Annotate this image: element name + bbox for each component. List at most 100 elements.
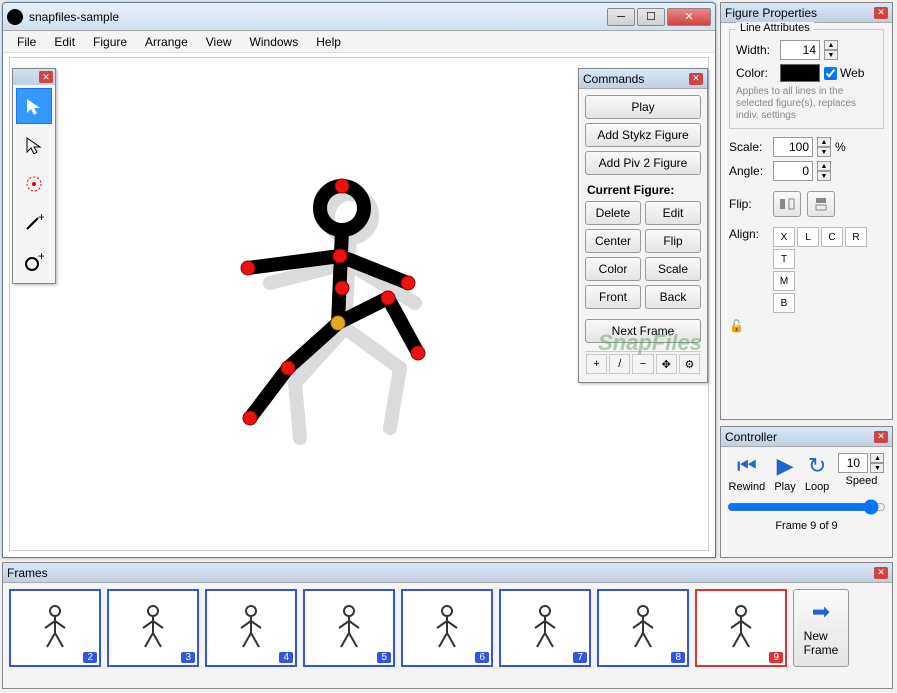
play-button[interactable]: Play — [585, 95, 701, 119]
edit-button[interactable]: Edit — [645, 201, 701, 225]
new-frame-button[interactable]: ➡NewFrame — [793, 589, 849, 667]
speed-spinner[interactable]: ▲▼ — [870, 453, 884, 473]
tool-select-hollow[interactable] — [16, 127, 52, 163]
frame-thumb-8[interactable]: 8 — [597, 589, 689, 667]
width-spinner[interactable]: ▲▼ — [824, 40, 838, 60]
line-attributes-legend: Line Attributes — [736, 22, 814, 34]
frame-slider[interactable] — [727, 499, 886, 515]
tool-select-filled[interactable] — [16, 88, 52, 124]
frame-thumb-6[interactable]: 6 — [401, 589, 493, 667]
cursor-filled-icon — [25, 97, 43, 115]
menu-file[interactable]: File — [9, 33, 44, 51]
scale-spinner[interactable]: ▲▼ — [817, 137, 831, 157]
iconbar-remove-icon[interactable]: − — [632, 354, 653, 374]
angle-spinner[interactable]: ▲▼ — [817, 161, 831, 181]
arrow-right-icon: ➡ — [812, 599, 830, 625]
back-button[interactable]: Back — [645, 285, 701, 309]
align-center-button[interactable]: C — [821, 227, 843, 247]
menubar: File Edit Figure Arrange View Windows He… — [3, 31, 715, 53]
maximize-button[interactable]: ☐ — [637, 8, 665, 26]
frame-thumb-4[interactable]: 4 — [205, 589, 297, 667]
figure-properties-panel[interactable]: Figure Properties ✕ Line Attributes Widt… — [720, 2, 893, 420]
menu-edit[interactable]: Edit — [46, 33, 83, 51]
frames-titlebar[interactable]: Frames ✕ — [3, 563, 892, 583]
angle-input[interactable] — [773, 161, 813, 181]
speed-input[interactable] — [838, 453, 868, 473]
flip-button[interactable]: Flip — [645, 229, 701, 253]
center-button[interactable]: Center — [585, 229, 641, 253]
flip-v-icon — [813, 197, 829, 211]
tool-palette-titlebar[interactable]: ✕ — [13, 69, 55, 85]
frame-thumb-9[interactable]: 9 — [695, 589, 787, 667]
controller-play-button[interactable]: ▶ Play — [774, 453, 795, 493]
commands-close-icon[interactable]: ✕ — [689, 73, 703, 85]
tool-add-circle[interactable]: + — [16, 244, 52, 280]
rewind-button[interactable]: ⏮ Rewind — [729, 453, 766, 493]
next-frame-button[interactable]: Next Frame — [585, 319, 701, 343]
tool-target[interactable] — [16, 166, 52, 202]
color-button[interactable]: Color — [585, 257, 641, 281]
color-label: Color: — [736, 66, 776, 80]
stage-figure[interactable] — [190, 168, 510, 468]
frames-panel[interactable]: Frames ✕ 2 3456789➡NewFrame — [2, 562, 893, 689]
frame-thumb-7[interactable]: 7 — [499, 589, 591, 667]
svg-text:+: + — [38, 252, 44, 263]
menu-figure[interactable]: Figure — [85, 33, 135, 51]
tool-palette[interactable]: ✕ + + — [12, 68, 56, 284]
iconbar-add-icon[interactable]: + — [586, 354, 607, 374]
controller-close-icon[interactable]: ✕ — [874, 431, 888, 443]
tool-add-line[interactable]: + — [16, 205, 52, 241]
frames-strip[interactable]: 2 3456789➡NewFrame — [3, 583, 892, 673]
lock-icon[interactable]: 🔓 — [729, 319, 745, 335]
frame-thumb-5[interactable]: 5 — [303, 589, 395, 667]
tool-palette-close-icon[interactable]: ✕ — [39, 71, 53, 83]
flip-h-icon — [779, 197, 795, 211]
flip-vertical-button[interactable] — [807, 191, 835, 217]
web-checkbox-input[interactable] — [824, 67, 837, 80]
menu-windows[interactable]: Windows — [242, 33, 307, 51]
rewind-icon: ⏮ — [737, 453, 757, 479]
figprops-close-icon[interactable]: ✕ — [874, 7, 888, 19]
align-label: Align: — [729, 227, 769, 241]
align-middle-button[interactable]: M — [773, 271, 795, 291]
window-title: snapfiles-sample — [29, 10, 607, 24]
align-right-button[interactable]: R — [845, 227, 867, 247]
front-button[interactable]: Front — [585, 285, 641, 309]
color-swatch[interactable] — [780, 64, 820, 82]
scale-button[interactable]: Scale — [645, 257, 701, 281]
frame-thumb-3[interactable]: 3 — [107, 589, 199, 667]
loop-icon: ↻ — [808, 453, 826, 479]
figprops-titlebar[interactable]: Figure Properties ✕ — [721, 3, 892, 23]
flip-horizontal-button[interactable] — [773, 191, 801, 217]
line-attr-note: Applies to all lines in the selected fig… — [736, 86, 877, 122]
frame-thumb-2[interactable]: 2 — [9, 589, 101, 667]
align-bottom-button[interactable]: B — [773, 293, 795, 313]
delete-button[interactable]: Delete — [585, 201, 641, 225]
add-stykz-figure-button[interactable]: Add Stykz Figure — [585, 123, 701, 147]
align-left-button[interactable]: L — [797, 227, 819, 247]
flip-label: Flip: — [729, 197, 769, 211]
iconbar-move-icon[interactable]: ✥ — [656, 354, 677, 374]
frame-number: 3 — [181, 652, 195, 663]
menu-help[interactable]: Help — [308, 33, 349, 51]
frames-close-icon[interactable]: ✕ — [874, 567, 888, 579]
commands-titlebar[interactable]: Commands ✕ — [579, 69, 707, 89]
align-top-button[interactable]: T — [773, 249, 795, 269]
commands-panel[interactable]: Commands ✕ Play Add Stykz Figure Add Piv… — [578, 68, 708, 383]
iconbar-edit-icon[interactable]: / — [609, 354, 630, 374]
add-piv2-figure-button[interactable]: Add Piv 2 Figure — [585, 151, 701, 175]
scale-input[interactable] — [773, 137, 813, 157]
width-input[interactable] — [780, 40, 820, 60]
main-titlebar[interactable]: snapfiles-sample ─ ☐ ✕ — [3, 3, 715, 31]
loop-button[interactable]: ↻ Loop — [805, 453, 829, 493]
web-checkbox[interactable]: Web — [824, 66, 864, 80]
controller-titlebar[interactable]: Controller ✕ — [721, 427, 892, 447]
menu-view[interactable]: View — [198, 33, 240, 51]
menu-arrange[interactable]: Arrange — [137, 33, 196, 51]
commands-iconbar: + / − ✥ ⚙ — [585, 351, 701, 376]
close-button[interactable]: ✕ — [667, 8, 711, 26]
minimize-button[interactable]: ─ — [607, 8, 635, 26]
align-x-button[interactable]: X — [773, 227, 795, 247]
iconbar-settings-icon[interactable]: ⚙ — [679, 354, 700, 374]
controller-panel[interactable]: Controller ✕ ⏮ Rewind ▶ Play ↻ Loop ▲▼ S… — [720, 426, 893, 558]
